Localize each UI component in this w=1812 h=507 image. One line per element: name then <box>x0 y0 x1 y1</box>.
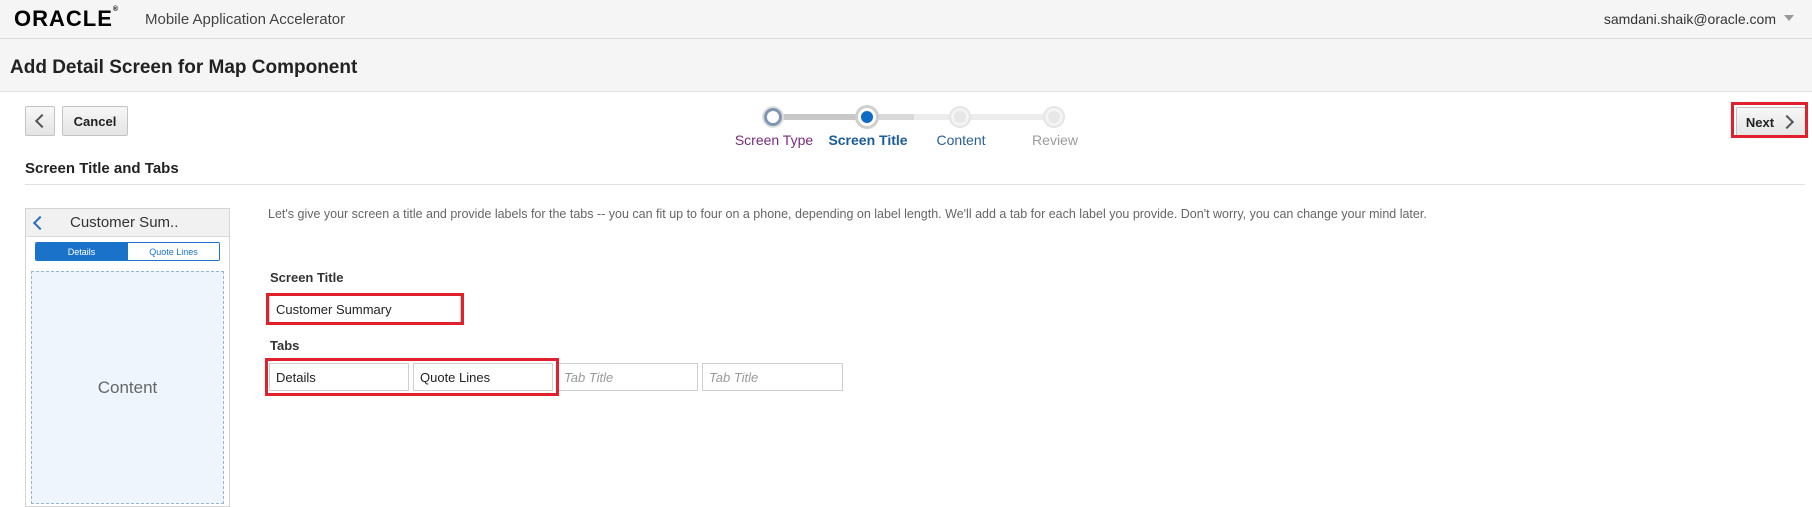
next-button[interactable]: Next <box>1736 107 1806 137</box>
train-connector <box>914 114 1054 120</box>
user-menu[interactable]: samdani.shaik@oracle.com <box>1604 11 1776 27</box>
divider <box>25 184 1805 185</box>
section-heading: Screen Title and Tabs <box>25 160 179 177</box>
train-stop-screen-title[interactable] <box>858 108 876 126</box>
chevron-left-icon <box>32 215 48 231</box>
next-button-label: Next <box>1745 114 1775 130</box>
tab-title-input-4[interactable] <box>702 363 843 391</box>
chevron-left-icon <box>34 113 50 129</box>
back-button[interactable] <box>25 106 55 136</box>
phone-preview-tabs: Details Quote Lines <box>35 242 220 261</box>
cancel-button[interactable]: Cancel <box>62 106 128 136</box>
phone-preview-tab: Quote Lines <box>127 243 219 260</box>
logo-text: ORACLE <box>14 6 113 31</box>
train-stop-screen-type[interactable] <box>764 108 782 126</box>
caret-down-icon[interactable] <box>1784 15 1794 21</box>
tab-title-input-1[interactable] <box>269 363 409 391</box>
phone-preview-content: Content <box>31 271 224 504</box>
screen-title-input[interactable] <box>269 295 461 323</box>
chevron-right-icon <box>1780 114 1795 130</box>
logo-registered-mark: ® <box>112 6 120 13</box>
train-stop-review <box>1045 108 1063 126</box>
intro-text: Let's give your screen a title and provi… <box>268 207 1427 221</box>
train-connector <box>872 114 914 120</box>
phone-preview-title: Customer Sum.. <box>70 214 179 231</box>
tab-title-input-3[interactable] <box>557 363 698 391</box>
top-bar: ORACLE® Mobile Application Accelerator s… <box>0 0 1812 39</box>
tabs-label: Tabs <box>270 338 300 353</box>
phone-preview-header: Customer Sum.. <box>26 209 229 237</box>
tab-title-input-2[interactable] <box>413 363 553 391</box>
page-title: Add Detail Screen for Map Component <box>10 57 358 78</box>
app-name: Mobile Application Accelerator <box>145 11 346 28</box>
screen-title-label: Screen Title <box>270 270 344 285</box>
train-stop-content[interactable] <box>951 108 969 126</box>
oracle-logo: ORACLE® <box>14 6 119 32</box>
phone-preview: Customer Sum.. Details Quote Lines Conte… <box>25 208 230 507</box>
phone-preview-tab: Details <box>36 243 127 260</box>
train-label-review: Review <box>1032 132 1078 148</box>
